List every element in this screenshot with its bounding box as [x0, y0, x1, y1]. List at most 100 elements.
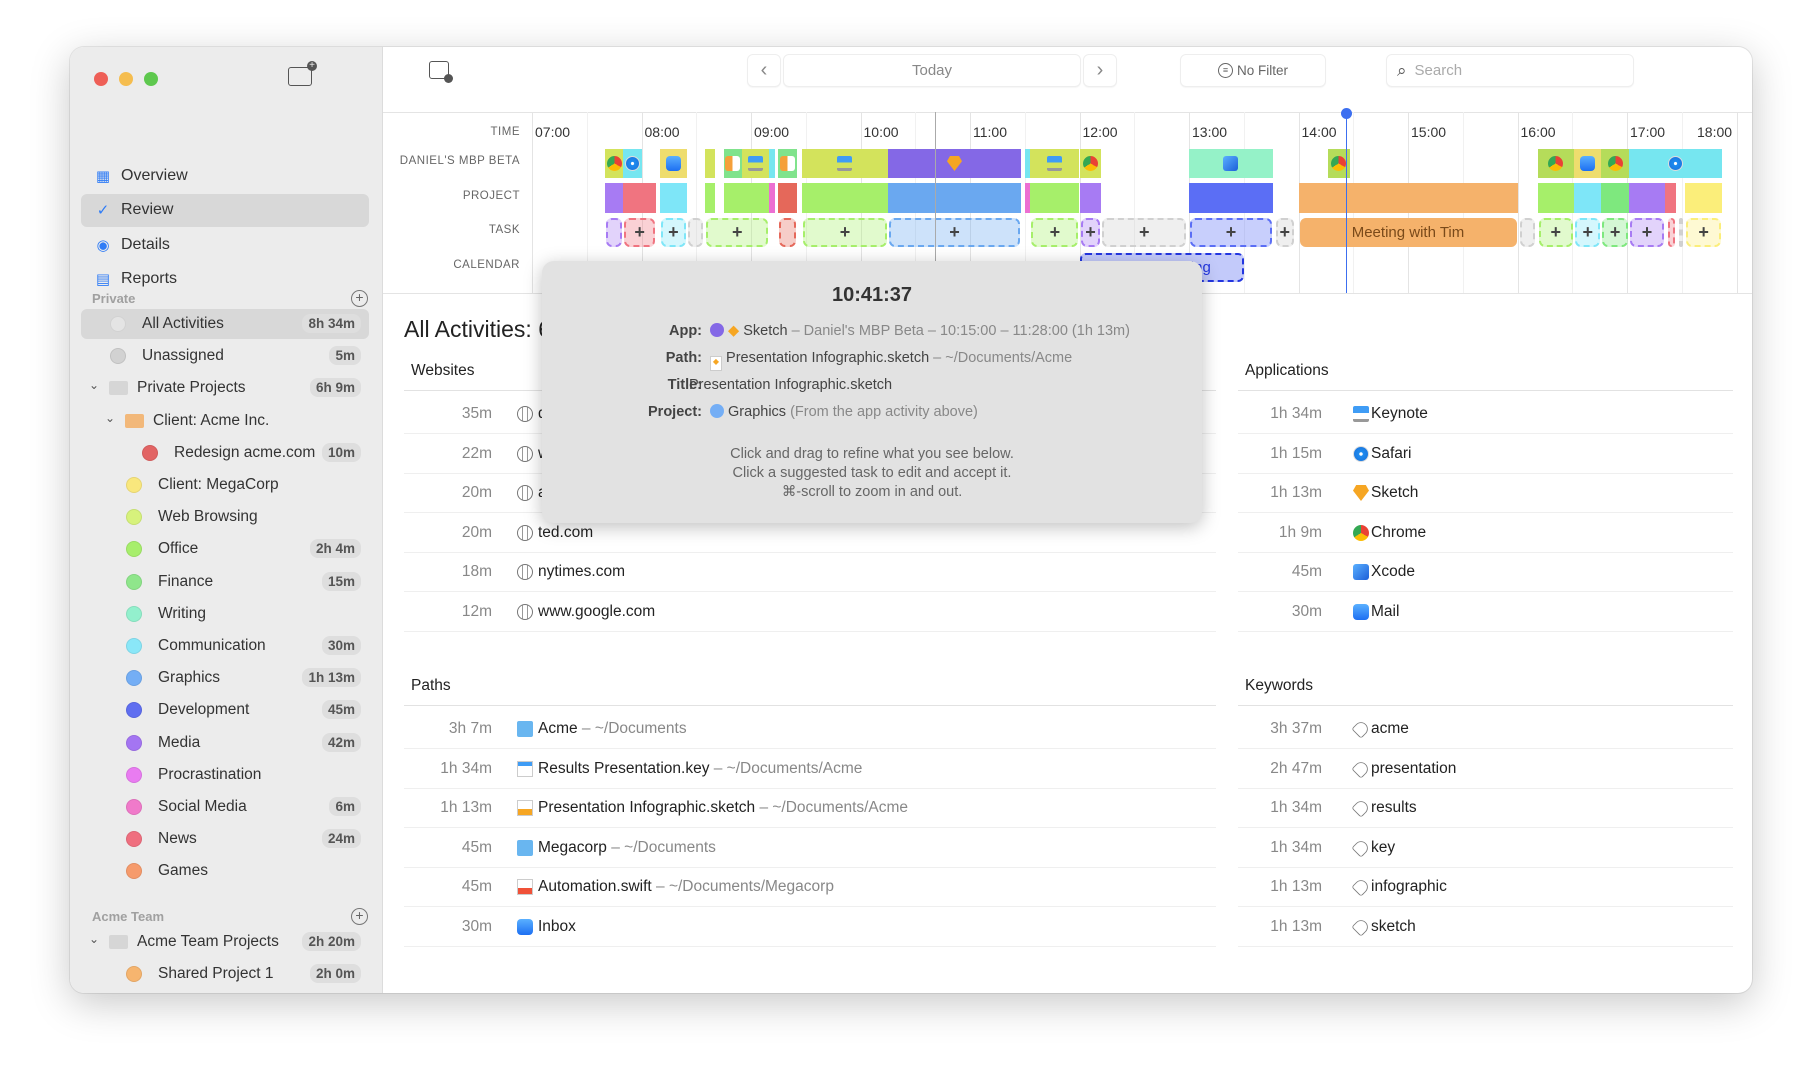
app-activity-segment[interactable]	[659, 149, 688, 178]
project-segment[interactable]	[1628, 183, 1666, 213]
sidebar-project-item[interactable]: Client: MegaCorp	[81, 470, 369, 500]
app-activity-segment[interactable]	[1537, 149, 1575, 178]
suggested-task[interactable]	[779, 218, 796, 247]
sidebar-project-item[interactable]: Finance 15m	[81, 567, 369, 597]
sidebar-project-item[interactable]: ⌄ Acme Team Projects 2h 20m	[81, 927, 369, 957]
app-activity-segment[interactable]	[887, 149, 1022, 178]
new-folder-icon[interactable]: +	[288, 61, 317, 86]
app-activity-segment[interactable]	[769, 149, 775, 178]
applications-row[interactable]: 1h 15m Safari	[1238, 435, 1733, 474]
sidebar-project-item[interactable]: Writing	[81, 599, 369, 629]
date-picker-button[interactable]: Today	[783, 54, 1081, 87]
sidebar-item-details[interactable]: ◉ Details	[81, 228, 369, 261]
sidebar-project-item[interactable]: Graphics 1h 13m	[81, 663, 369, 693]
app-activity-segment[interactable]	[1189, 149, 1273, 178]
applications-row[interactable]: 1h 9m Chrome	[1238, 514, 1733, 553]
sidebar-project-item[interactable]: Office 2h 4m	[81, 534, 369, 564]
add-team-project-button[interactable]: +	[351, 908, 368, 925]
paths-row[interactable]: 30m Inbox	[404, 908, 1216, 947]
sidebar-item-overview[interactable]: ▦ Overview	[81, 159, 369, 192]
suggested-task[interactable]: +	[1602, 218, 1628, 247]
sidebar-project-item[interactable]: Redesign acme.com 10m	[81, 438, 369, 468]
app-activity-segment[interactable]	[1030, 149, 1080, 178]
sidebar-project-item[interactable]: Media 42m	[81, 728, 369, 758]
suggested-task[interactable]: +	[1275, 218, 1294, 247]
calendar-add-icon[interactable]	[429, 61, 453, 83]
suggested-task[interactable]	[1668, 218, 1676, 247]
suggested-task[interactable]	[1520, 218, 1535, 247]
keywords-row[interactable]: 2h 47m presentation	[1238, 750, 1733, 789]
project-segment[interactable]	[1665, 183, 1677, 213]
app-activity-segment[interactable]	[1574, 149, 1602, 178]
suggested-task[interactable]: +	[1575, 218, 1601, 247]
sidebar-project-item[interactable]: Games	[81, 856, 369, 886]
keywords-row[interactable]: 3h 37m acme	[1238, 710, 1733, 749]
project-segment[interactable]	[605, 183, 624, 213]
sidebar-project-item[interactable]: ⌄ Client: Acme Inc.	[81, 406, 369, 436]
project-segment[interactable]	[1189, 183, 1273, 213]
project-segment[interactable]	[1601, 183, 1629, 213]
sidebar-project-item[interactable]: Web Browsing	[81, 502, 369, 532]
suggested-task[interactable]: +	[1102, 218, 1187, 247]
project-segment[interactable]	[1574, 183, 1602, 213]
paths-row[interactable]: 45m Automation.swift – ~/Documents/Megaco…	[404, 868, 1216, 907]
app-activity-segment[interactable]	[741, 149, 770, 178]
app-activity-segment[interactable]	[1079, 149, 1102, 178]
project-segment[interactable]	[778, 183, 797, 213]
paths-row[interactable]: 45m Megacorp – ~/Documents	[404, 829, 1216, 868]
paths-row[interactable]: 3h 7m Acme – ~/Documents	[404, 710, 1216, 749]
suggested-task[interactable]	[606, 218, 623, 247]
applications-row[interactable]: 1h 13m Sketch	[1238, 474, 1733, 513]
project-segment[interactable]	[769, 183, 775, 213]
project-segment[interactable]	[623, 183, 657, 213]
suggested-task[interactable]: +	[1629, 218, 1665, 247]
paths-row[interactable]: 1h 34m Results Presentation.key – ~/Docum…	[404, 750, 1216, 789]
app-activity-segment[interactable]	[605, 149, 624, 178]
suggested-task[interactable]: +	[1686, 218, 1721, 247]
project-segment[interactable]	[723, 183, 770, 213]
suggested-task[interactable]: +	[1538, 218, 1574, 247]
suggested-task[interactable]: +	[1190, 218, 1272, 247]
sidebar-project-item[interactable]: Development 45m	[81, 695, 369, 725]
project-segment[interactable]	[802, 183, 888, 213]
app-activity-segment[interactable]	[1628, 149, 1722, 178]
suggested-task[interactable]: +	[803, 218, 887, 247]
applications-row[interactable]: 1h 34m Keynote	[1238, 395, 1733, 434]
keywords-row[interactable]: 1h 34m key	[1238, 829, 1733, 868]
previous-day-button[interactable]: ‹	[747, 54, 781, 87]
next-day-button[interactable]: ›	[1083, 54, 1117, 87]
filter-button[interactable]: ≡ No Filter	[1180, 54, 1326, 87]
sidebar-project-item[interactable]: Social Media 6m	[81, 792, 369, 822]
suggested-task[interactable]: +	[1080, 218, 1101, 247]
minimize-window-button[interactable]	[119, 72, 133, 86]
sidebar-project-item[interactable]: All Activities 8h 34m	[81, 309, 369, 339]
sidebar-project-item[interactable]: News 24m	[81, 824, 369, 854]
websites-row[interactable]: 18m nytimes.com	[404, 553, 1216, 592]
applications-row[interactable]: 30m Mail	[1238, 593, 1733, 632]
suggested-task[interactable]: +	[624, 218, 656, 247]
app-activity-segment[interactable]	[778, 149, 797, 178]
app-activity-segment[interactable]	[623, 149, 642, 178]
websites-row[interactable]: 12m www.google.com	[404, 593, 1216, 632]
search-field[interactable]: ⌕ Search	[1386, 54, 1634, 87]
keywords-row[interactable]: 1h 34m results	[1238, 789, 1733, 828]
sidebar-project-item[interactable]: Unassigned 5m	[81, 341, 369, 371]
paths-row[interactable]: 1h 13m Presentation Infographic.sketch – …	[404, 789, 1216, 828]
app-activity-segment[interactable]	[1601, 149, 1629, 178]
app-activity-segment[interactable]	[705, 149, 715, 178]
app-activity-segment[interactable]	[723, 149, 742, 178]
project-segment[interactable]	[705, 183, 715, 213]
applications-row[interactable]: 45m Xcode	[1238, 553, 1733, 592]
suggested-task[interactable]: +	[1031, 218, 1079, 247]
project-segment[interactable]	[1685, 183, 1722, 213]
app-activity-segment[interactable]	[802, 149, 888, 178]
sidebar-project-item[interactable]: Communication 30m	[81, 631, 369, 661]
project-segment[interactable]	[659, 183, 688, 213]
keywords-row[interactable]: 1h 13m infographic	[1238, 868, 1733, 907]
keywords-row[interactable]: 1h 13m sketch	[1238, 908, 1733, 947]
suggested-task[interactable]	[688, 218, 703, 247]
close-window-button[interactable]	[94, 72, 108, 86]
suggested-task[interactable]: +	[706, 218, 769, 247]
suggested-task[interactable]: +	[888, 218, 1021, 247]
project-segment[interactable]	[1298, 183, 1518, 213]
